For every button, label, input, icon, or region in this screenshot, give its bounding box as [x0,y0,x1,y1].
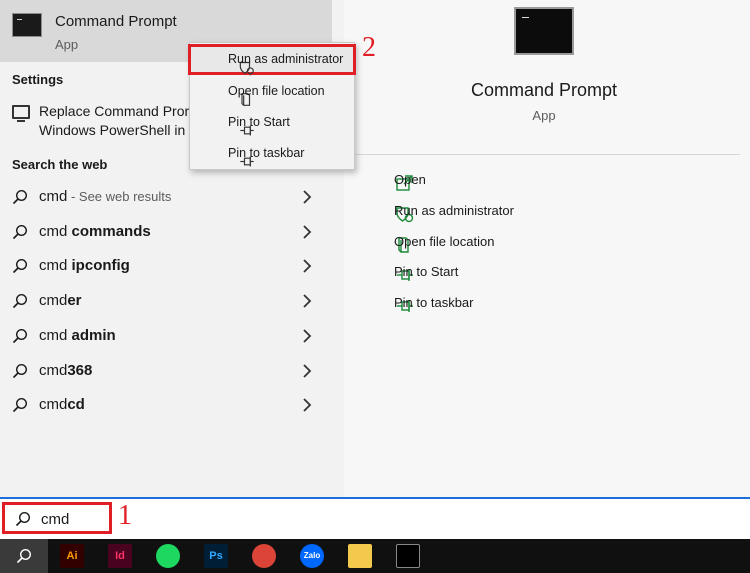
web-result-item[interactable]: cmd commands [0,215,332,249]
command-prompt-large-icon [514,7,574,55]
chevron-right-icon[interactable] [300,397,314,413]
context-menu-item-run-as-administrator-highlighted[interactable]: Run as administrator [190,44,354,75]
search-icon [16,548,32,564]
taskbar-indesign-icon[interactable]: Id [108,544,132,568]
annotation-step-2: 2 [362,32,376,63]
taskbar-spotify-icon[interactable] [156,544,180,568]
section-heading-search-web: Search the web [12,157,108,172]
web-result-item[interactable]: cmder [0,284,332,318]
monitor-icon [12,105,30,122]
section-heading-settings: Settings [12,72,64,87]
search-icon [12,328,28,344]
web-result-item[interactable]: cmd ipconfig [0,249,332,283]
search-icon [12,189,28,205]
taskbar-command-prompt-icon[interactable] [396,544,420,568]
detail-action-pin-to-start[interactable]: Pin to Start [364,261,664,285]
web-result-item[interactable]: cmd - See web results [0,180,332,214]
detail-action-label: Open [394,172,426,187]
search-icon [12,258,28,274]
context-menu-item-label: Pin to Start [228,115,290,129]
context-menu-item-label: Run as administrator [228,52,344,66]
taskbar-app-label: Ps [209,550,223,562]
search-icon [15,511,31,527]
settings-result-text: Replace Command Pror Windows PowerShell … [39,103,189,138]
command-prompt-icon [12,13,42,37]
detail-action-label: Open file location [394,233,495,249]
detail-action-pin-to-taskbar[interactable]: Pin to taskbar [364,292,664,316]
chevron-right-icon[interactable] [300,258,314,274]
context-menu-item-label: Pin to taskbar [228,146,305,160]
context-menu-item-open-file-location[interactable]: Open file location [190,76,354,106]
taskbar-app-label: Id [115,550,125,562]
search-icon [12,293,28,309]
detail-action-run-as-administrator[interactable]: Run as administrator [364,200,664,224]
web-result-item[interactable]: cmdcd [0,388,332,422]
context-menu-item-label: Open file location [228,84,325,98]
chevron-right-icon[interactable] [300,189,314,205]
web-result-item[interactable]: cmd368 [0,354,332,388]
chevron-right-icon[interactable] [300,224,314,240]
web-result-label: cmd368 [39,361,93,379]
app-detail-panel: Command Prompt App Open Run as administra… [344,0,750,497]
search-input-value: cmd [41,511,70,528]
detail-action-label: Run as administrator [394,202,514,218]
detail-title: Command Prompt [470,80,618,100]
web-result-label: cmder [39,292,82,310]
web-result-label: cmd - See web results [39,188,172,205]
search-icon [12,397,28,413]
best-match-title: Command Prompt [55,13,177,30]
detail-divider [356,154,740,155]
taskbar: Ai Id Ps Zalo [0,539,750,573]
taskbar-illustrator-icon[interactable]: Ai [60,544,84,568]
search-input[interactable]: cmd [2,502,112,534]
search-icon [12,224,28,240]
taskbar-photoshop-icon[interactable]: Ps [204,544,228,568]
web-result-label: cmd ipconfig [39,257,130,275]
taskbar-file-explorer-icon[interactable] [348,544,372,568]
web-result-item[interactable]: cmd admin [0,319,332,353]
detail-action-label: Pin to taskbar [394,295,474,311]
best-match-subtitle: App [55,37,79,52]
taskbar-app-label: Zalo [303,551,321,560]
annotation-step-1: 1 [118,500,132,531]
search-bar [0,497,750,539]
taskbar-app-label: Ai [66,550,78,562]
context-menu-item-pin-to-start[interactable]: Pin to Start [190,107,354,137]
detail-action-open-file-location[interactable]: Open file location [364,231,664,255]
chevron-right-icon[interactable] [300,328,314,344]
detail-subtitle: App [532,108,556,123]
taskbar-search-button[interactable] [0,539,48,573]
taskbar-chrome-icon[interactable] [252,544,276,568]
web-result-label: cmdcd [39,396,85,414]
chevron-right-icon[interactable] [300,363,314,379]
web-result-label: cmd commands [39,222,151,240]
web-result-label: cmd admin [39,326,116,344]
chevron-right-icon[interactable] [300,293,314,309]
search-icon [12,363,28,379]
context-menu-item-pin-to-taskbar[interactable]: Pin to taskbar [190,138,354,168]
taskbar-zalo-icon[interactable]: Zalo [300,544,324,568]
detail-action-open[interactable]: Open [364,169,664,193]
detail-action-label: Pin to Start [394,264,459,280]
